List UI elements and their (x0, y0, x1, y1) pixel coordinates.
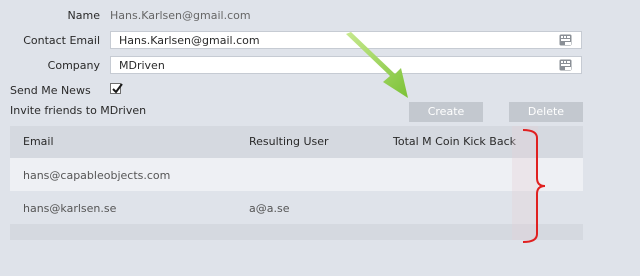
create-button[interactable]: Create (409, 102, 483, 122)
company-label: Company (47, 59, 100, 72)
table-row[interactable]: hans@capableobjects.com (10, 158, 583, 191)
keyboard-edit-icon[interactable] (559, 34, 572, 46)
name-label: Name (67, 9, 100, 22)
column-header-resulting-user[interactable]: Resulting User (249, 135, 329, 148)
green-arrow-icon (346, 32, 408, 98)
invites-table: Email Resulting User Total M Coin Kick B… (10, 126, 583, 240)
row-email: hans@capableobjects.com (23, 169, 171, 182)
contact-email-input[interactable] (119, 33, 559, 47)
row-user: a@a.se (249, 202, 290, 215)
name-value: Hans.Karlsen@gmail.com (110, 9, 251, 22)
red-bracket-icon (522, 129, 546, 243)
contact-email-label: Contact Email (23, 34, 100, 47)
company-input[interactable] (119, 58, 559, 72)
checkmark-icon (112, 83, 123, 94)
send-news-label: Send Me News (10, 84, 91, 97)
send-news-checkbox[interactable] (110, 83, 123, 94)
column-header-kickback[interactable]: Total M Coin Kick Back (393, 135, 516, 148)
keyboard-edit-icon[interactable] (559, 59, 572, 71)
table-header: Email Resulting User Total M Coin Kick B… (10, 126, 583, 159)
table-row[interactable]: hans@karlsen.se a@a.se (10, 191, 583, 224)
delete-button[interactable]: Delete (509, 102, 583, 122)
row-email: hans@karlsen.se (23, 202, 117, 215)
invite-heading: Invite friends to MDriven (10, 104, 147, 117)
column-header-email[interactable]: Email (23, 135, 54, 148)
